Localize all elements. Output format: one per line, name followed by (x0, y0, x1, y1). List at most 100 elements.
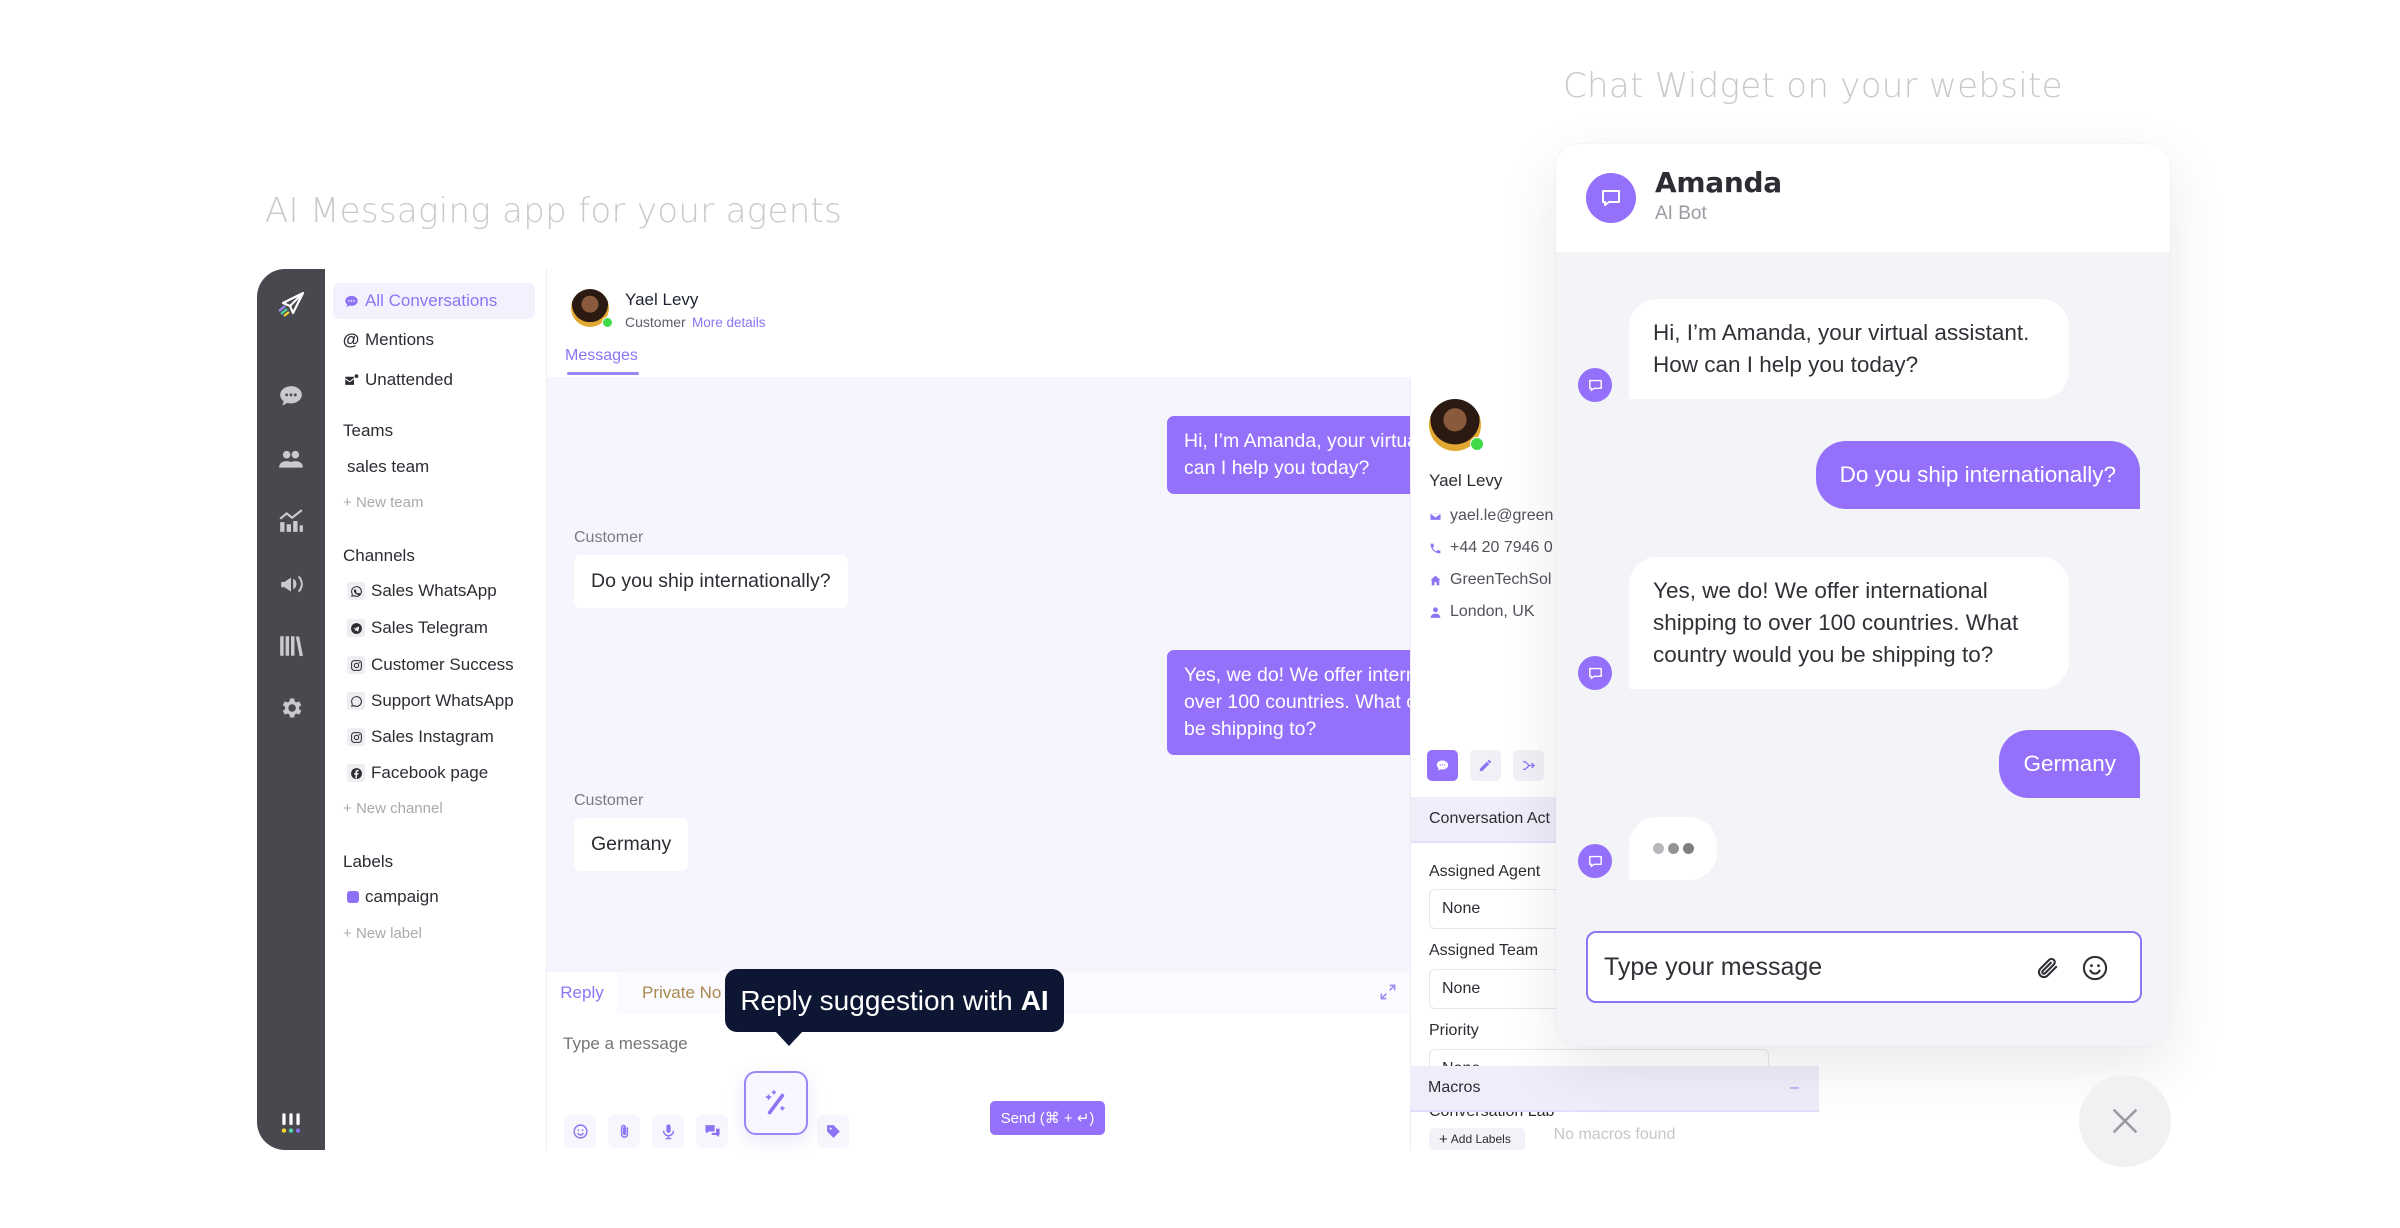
more-details-link[interactable]: More details (692, 315, 766, 330)
contact-location-value: London, UK (1450, 603, 1535, 620)
channel-label: Sales Telegram (371, 618, 488, 637)
canned-response-icon[interactable] (696, 1115, 728, 1148)
settings-icon[interactable] (257, 688, 325, 728)
plus-icon: + (343, 925, 356, 942)
magic-wand-icon (765, 1090, 785, 1115)
user-message: Germany (1999, 730, 2140, 798)
channel-item[interactable]: Sales Telegram (333, 610, 535, 646)
contact-email-value: yael.le@green (1450, 507, 1554, 524)
macros-header[interactable]: Macros – (1410, 1066, 1819, 1112)
label-name: campaign (365, 887, 439, 906)
channel-label: Sales Instagram (371, 727, 494, 746)
message-input[interactable] (563, 1034, 1063, 1054)
chat-bubble-icon (1436, 760, 1449, 771)
teams-heading: Teams (343, 421, 394, 440)
plus-icon: + (343, 494, 356, 511)
priority-label: Priority (1429, 1022, 1479, 1039)
channel-item[interactable]: Sales WhatsApp (333, 573, 535, 609)
bot-avatar-icon (1578, 656, 1612, 690)
bot-message: Yes, we do! We offer international shipp… (1629, 557, 2069, 689)
nav-item-unattended[interactable]: Unattended (333, 362, 535, 398)
tab-reply[interactable]: Reply (547, 972, 617, 1014)
new-team-button[interactable]: + New team (343, 494, 423, 511)
customer-message: Do you ship internationally? (574, 555, 848, 608)
channel-item[interactable]: Sales Instagram (333, 719, 535, 755)
close-widget-button[interactable] (2079, 1075, 2171, 1167)
nav-item-label: Unattended (365, 370, 453, 389)
contact-name: Yael Levy (625, 290, 699, 309)
collapse-icon[interactable]: – (1790, 1079, 1799, 1097)
team-item-sales[interactable]: sales team (333, 449, 535, 485)
edit-contact-button[interactable] (1470, 750, 1501, 781)
tab-private-note[interactable]: Private No (642, 972, 721, 1014)
mail-icon (1429, 511, 1442, 521)
new-channel-button[interactable]: + New channel (343, 800, 443, 817)
whatsapp-icon (347, 692, 365, 710)
conversation-header: Yael Levy Customer More details Messages (547, 269, 1410, 377)
nav-item-mentions[interactable]: @ Mentions (333, 322, 535, 358)
nav-item-label: Mentions (365, 330, 434, 349)
attachment-icon[interactable] (2032, 952, 2064, 984)
tag-icon[interactable] (817, 1115, 849, 1148)
reports-icon[interactable] (257, 501, 325, 541)
campaigns-icon[interactable] (257, 564, 325, 604)
channel-item[interactable]: Facebook page (333, 755, 535, 791)
merge-contact-button[interactable] (1513, 750, 1544, 781)
conversations-icon[interactable] (257, 376, 325, 416)
library-icon[interactable] (257, 626, 325, 666)
contact-company-value: GreenTechSol (1450, 571, 1552, 588)
contact-company: GreenTechSol (1429, 571, 1551, 589)
phone-icon (1430, 543, 1441, 553)
new-team-label: New team (355, 494, 424, 511)
icon-rail (257, 269, 325, 1150)
agents-app-heading: AI Messaging app for your agents (265, 191, 843, 231)
contact-email[interactable]: yael.le@green (1429, 507, 1553, 525)
widget-message-input[interactable] (1604, 949, 2024, 985)
send-button[interactable]: Send (⌘ + ↵) (990, 1101, 1105, 1135)
contact-phone-value: +44 20 7946 0 (1450, 539, 1553, 556)
logo-paper-plane-icon[interactable] (257, 285, 325, 325)
label-color-swatch (347, 891, 359, 903)
attachment-icon[interactable] (608, 1115, 640, 1148)
contact-panel-name: Yael Levy (1429, 471, 1503, 490)
channels-heading: Channels (343, 546, 415, 565)
tooltip-text: Reply suggestion with (740, 984, 1013, 1016)
contact-phone[interactable]: +44 20 7946 0 (1429, 539, 1553, 557)
online-status-dot (1470, 437, 1484, 451)
channel-label: Facebook page (371, 763, 489, 782)
pencil-icon (1479, 759, 1492, 772)
channel-item[interactable]: Support WhatsApp (333, 683, 535, 719)
label-item-campaign[interactable]: campaign (333, 879, 535, 915)
tab-messages[interactable]: Messages (565, 347, 638, 365)
tooltip-bold-text: AI (1020, 984, 1049, 1016)
expand-icon[interactable] (1378, 982, 1398, 1002)
emoji-icon[interactable] (2079, 952, 2111, 984)
close-icon (2112, 1108, 2138, 1134)
customer-message: Germany (574, 818, 689, 871)
widget-message-box (1586, 931, 2142, 1003)
instagram-icon (347, 728, 365, 746)
assigned-team-label: Assigned Team (1429, 942, 1539, 959)
bot-avatar-icon (1578, 368, 1612, 402)
nav-item-all-conversations[interactable]: All Conversations (333, 283, 535, 319)
tab-underline (567, 372, 639, 375)
mail-alert-icon (343, 372, 359, 388)
contacts-icon[interactable] (257, 439, 325, 479)
channel-item[interactable]: Customer Success (333, 647, 535, 683)
instagram-icon (347, 656, 365, 674)
emoji-icon[interactable] (564, 1115, 596, 1148)
assigned-agent-label: Assigned Agent (1429, 863, 1541, 880)
new-channel-label: New channel (355, 800, 443, 817)
bot-name: Amanda (1655, 166, 1782, 199)
ai-reply-suggestion-button[interactable] (744, 1071, 808, 1135)
facebook-icon (347, 764, 365, 782)
telegram-icon (347, 619, 365, 637)
microphone-icon[interactable] (652, 1115, 684, 1148)
new-label-button[interactable]: + New label (343, 925, 422, 942)
ai-suggestion-tooltip: Reply suggestion with AI (725, 969, 1064, 1046)
app-brand-icon (257, 1103, 325, 1143)
merge-icon (1522, 761, 1536, 770)
chat-bubble-icon (343, 293, 359, 309)
start-conversation-button[interactable] (1427, 750, 1458, 781)
labels-heading: Labels (343, 852, 394, 871)
